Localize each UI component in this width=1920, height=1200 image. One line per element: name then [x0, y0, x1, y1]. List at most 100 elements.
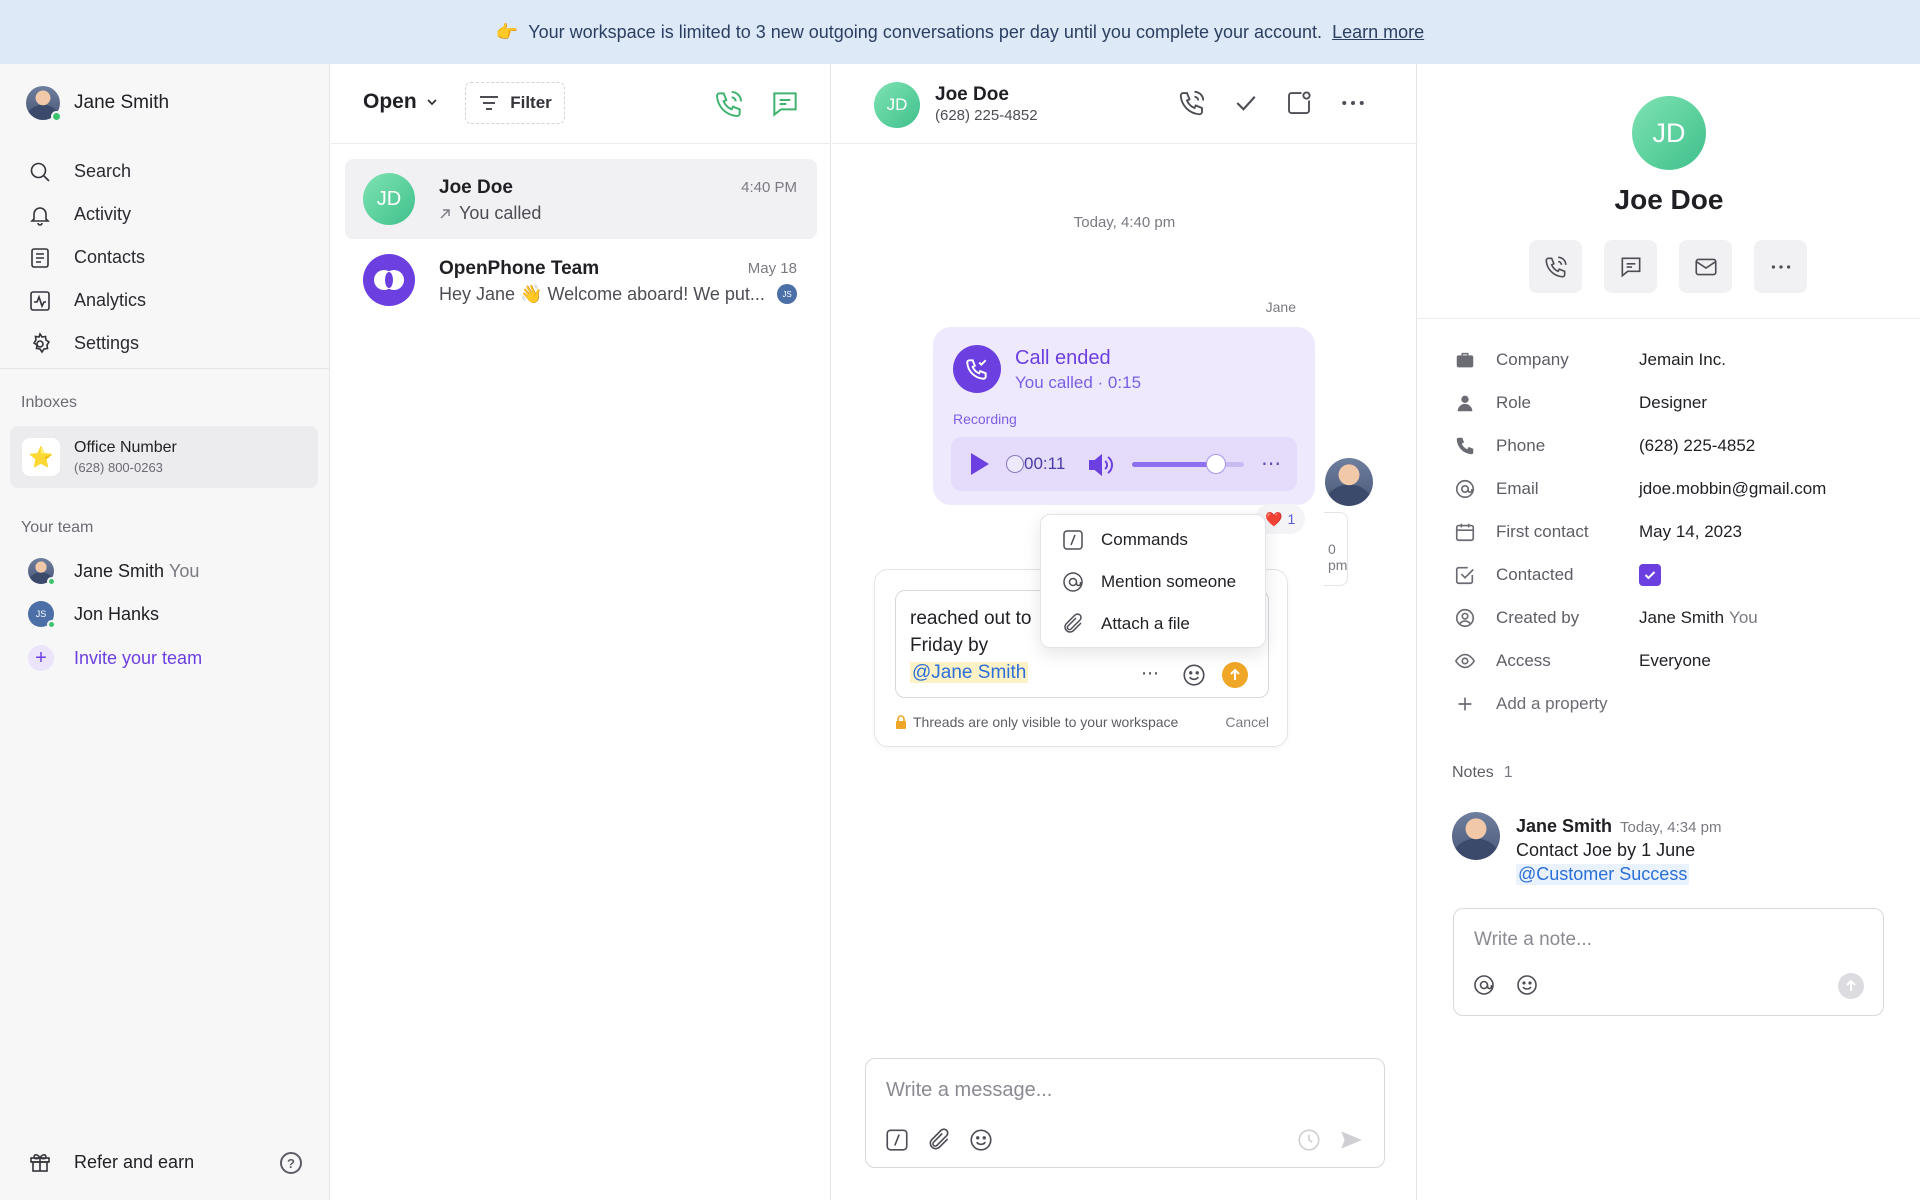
property-company[interactable]: Company Jemain Inc.: [1454, 338, 1826, 381]
inbox-phone: (628) 800-0263: [74, 460, 163, 475]
menu-item-attach[interactable]: Attach a file: [1041, 603, 1265, 645]
chat-header: JD Joe Doe (628) 225-4852: [832, 64, 1417, 144]
add-property-button[interactable]: Add a property: [1454, 682, 1826, 725]
sidebar-item-label: Analytics: [74, 290, 147, 310]
emoji-button[interactable]: [1181, 662, 1207, 688]
property-phone[interactable]: Phone (628) 225-4852: [1454, 424, 1826, 467]
composer-placeholder: Write a message...: [886, 1079, 1053, 1101]
user-name: Jane Smith: [74, 92, 170, 113]
property-contacted[interactable]: Contacted: [1454, 553, 1826, 596]
phone-icon: [1456, 437, 1474, 454]
property-access[interactable]: Access Everyone: [1454, 639, 1826, 682]
cancel-thread-button[interactable]: Cancel: [1225, 714, 1269, 730]
property-label: Company: [1496, 349, 1569, 369]
message-contact-button[interactable]: [1604, 240, 1657, 293]
commands-button[interactable]: [884, 1127, 910, 1153]
mail-icon: [1694, 258, 1717, 275]
property-label: Access: [1496, 650, 1551, 670]
property-first-contact[interactable]: First contact May 14, 2023: [1454, 510, 1826, 553]
player-more-button[interactable]: ⋯: [1261, 451, 1282, 476]
note-send-button[interactable]: [1838, 973, 1864, 999]
mark-done-button[interactable]: [1231, 88, 1261, 118]
status-dropdown[interactable]: Open: [363, 90, 439, 114]
email-contact-button[interactable]: [1679, 240, 1732, 293]
inboxes-heading: Inboxes: [21, 394, 78, 411]
filter-button[interactable]: Filter: [465, 82, 565, 124]
volume-knob[interactable]: [1206, 454, 1226, 474]
schedule-button[interactable]: [1296, 1127, 1322, 1153]
inbox-name: Office Number: [74, 439, 177, 456]
conversation-item[interactable]: OpenPhone Team Hey Jane 👋 Welcome aboard…: [345, 240, 817, 320]
phone-call-icon: [715, 91, 742, 118]
property-email[interactable]: Email jdoe.mobbin@gmail.com: [1454, 467, 1826, 510]
call-contact-button[interactable]: [1529, 240, 1582, 293]
note-mention[interactable]: @Customer Success: [1516, 864, 1690, 885]
property-value: jdoe.mobbin@gmail.com: [1639, 478, 1827, 498]
snooze-button[interactable]: [1284, 88, 1314, 118]
refer-and-earn-button[interactable]: Refer and earn: [28, 1150, 194, 1174]
property-created-by[interactable]: Created by Jane Smith You: [1454, 596, 1826, 639]
thread-send-button[interactable]: [1222, 662, 1248, 688]
call-button[interactable]: [1177, 88, 1207, 118]
team-member-jon[interactable]: JS Jon Hanks: [28, 601, 159, 629]
property-value: Designer: [1639, 392, 1708, 412]
contact-avatar: JD: [363, 173, 415, 225]
eye-icon: [1454, 653, 1476, 668]
property-role[interactable]: Role Designer: [1454, 381, 1826, 424]
reaction-count: 1: [1287, 511, 1296, 527]
inbox-office-number[interactable]: ⭐ Office Number (628) 800-0263: [10, 426, 318, 488]
note-input[interactable]: Write a note...: [1453, 908, 1884, 1016]
property-label: First contact: [1496, 521, 1589, 541]
volume-slider[interactable]: [1132, 462, 1244, 467]
thread-timestamp-fragment: 0 pm: [1324, 512, 1348, 586]
openphone-logo: [363, 254, 415, 306]
sidebar-item-analytics[interactable]: Analytics: [28, 279, 146, 322]
heart-emoji: ❤️: [1265, 510, 1283, 527]
conversation-item[interactable]: JD Joe Doe You called 4:40 PM: [345, 159, 817, 239]
arrow-up-icon: [1230, 668, 1240, 680]
help-icon[interactable]: ?: [280, 1152, 302, 1174]
attach-button[interactable]: [926, 1127, 952, 1153]
thread-more-button[interactable]: ⋯: [1141, 663, 1160, 684]
current-user[interactable]: Jane Smith: [26, 86, 170, 122]
sidebar-item-search[interactable]: Search: [28, 150, 146, 193]
sidebar-item-settings[interactable]: Settings: [28, 322, 146, 365]
more-contact-actions-button[interactable]: [1754, 240, 1807, 293]
briefcase-icon: [1456, 352, 1474, 367]
mention-button[interactable]: [1472, 973, 1496, 997]
volume-fill: [1132, 462, 1216, 467]
emoji-button[interactable]: [968, 1127, 994, 1153]
sidebar-item-contacts[interactable]: Contacts: [28, 236, 146, 279]
property-value: May 14, 2023: [1639, 521, 1743, 541]
menu-item-mention[interactable]: Mention someone: [1041, 561, 1265, 603]
conversation-name: OpenPhone Team: [439, 258, 600, 279]
contacted-checkbox[interactable]: [1639, 563, 1661, 586]
menu-item-commands[interactable]: Commands: [1041, 519, 1265, 561]
learn-more-link[interactable]: Learn more: [1332, 22, 1424, 43]
send-button[interactable]: [1338, 1127, 1364, 1153]
invite-team-button[interactable]: + Invite your team: [28, 645, 202, 671]
emoji-button[interactable]: [1515, 973, 1539, 997]
contact-phone: (628) 225-4852: [935, 107, 1038, 124]
note-placeholder: Write a note...: [1474, 929, 1592, 950]
message-composer[interactable]: Write a message...: [865, 1058, 1385, 1168]
recording-label: Recording: [953, 411, 1017, 427]
playback-scrubber[interactable]: [1006, 455, 1024, 473]
team-member-jane[interactable]: Jane Smith You: [28, 558, 199, 586]
list-header: Open Filter: [331, 64, 831, 144]
volume-button[interactable]: [1087, 452, 1115, 478]
smile-icon: [970, 1129, 992, 1151]
sidebar-item-label: Contacts: [74, 247, 146, 267]
contact-name[interactable]: Joe Doe: [935, 84, 1009, 106]
new-call-button[interactable]: [713, 88, 745, 120]
playback-time: 00:11: [1024, 454, 1066, 473]
play-button[interactable]: [967, 451, 991, 477]
new-message-button[interactable]: [769, 88, 801, 120]
sidebar-item-activity[interactable]: Activity: [28, 193, 146, 236]
menu-item-label: Attach a file: [1101, 614, 1190, 633]
more-options-button[interactable]: [1338, 88, 1368, 118]
phone-call-icon: [1544, 255, 1567, 278]
property-value: Jane Smith: [1639, 607, 1725, 627]
at-icon: [1455, 479, 1475, 498]
notes-heading: Notes 1: [1452, 764, 1513, 782]
